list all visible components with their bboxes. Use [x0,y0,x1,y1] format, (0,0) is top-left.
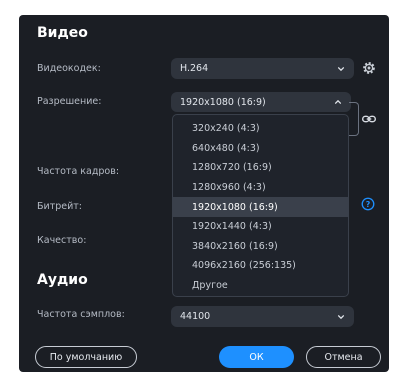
gear-icon [363,62,375,74]
codec-select[interactable]: H.264 [171,58,354,79]
bitrate-label: Битрейт: [37,201,83,212]
codec-label: Видеокодек: [37,63,101,74]
export-settings-panel: Видео Видеокодек: H.264 Разрешение: 1920… [19,15,389,372]
resolution-option[interactable]: Другое [173,276,348,296]
resolution-option[interactable]: 320x240 (4:3) [173,119,348,139]
resolution-dropdown-list: 320x240 (4:3) 640x480 (4:3) 1280x720 (16:9… [172,114,349,297]
resolution-option[interactable]: 1280x960 (4:3) [173,178,348,198]
resolution-option[interactable]: 1280x720 (16:9) [173,158,348,178]
audio-section-title: Аудио [37,272,88,288]
default-button[interactable]: По умолчанию [35,346,137,368]
aspect-link-bracket [349,102,359,136]
quality-label: Качество: [37,235,87,246]
video-section-title: Видео [37,25,88,41]
bitrate-help-button[interactable]: ? [361,196,375,211]
framerate-label: Частота кадров: [37,166,120,177]
resolution-option[interactable]: 1920x1440 (4:3) [173,217,348,237]
resolution-option[interactable]: 4096x2160 (256:135) [173,256,348,276]
resolution-value: 1920x1080 (16:9) [180,96,266,108]
samplerate-label: Частота сэмплов: [37,309,125,320]
samplerate-select[interactable]: 44100 [171,306,354,327]
chevron-up-icon [334,99,342,104]
cancel-button[interactable]: Отмена [306,346,381,368]
resolution-label: Разрешение: [37,96,102,107]
samplerate-value: 44100 [180,311,211,322]
resolution-option[interactable]: 640x480 (4:3) [173,139,348,159]
aspect-link-button[interactable] [360,110,378,128]
chevron-down-icon [337,66,345,71]
help-icon: ? [361,197,375,211]
codec-settings-button[interactable] [360,59,378,77]
codec-value: H.264 [180,63,209,74]
resolution-option[interactable]: 3840x2160 (16:9) [173,237,348,257]
link-icon [361,115,377,123]
ok-button[interactable]: ОК [219,346,294,368]
chevron-down-icon [337,314,345,319]
svg-text:?: ? [366,200,371,209]
resolution-select[interactable]: 1920x1080 (16:9) [171,92,351,112]
resolution-option[interactable]: 1920x1080 (16:9) [173,197,348,217]
